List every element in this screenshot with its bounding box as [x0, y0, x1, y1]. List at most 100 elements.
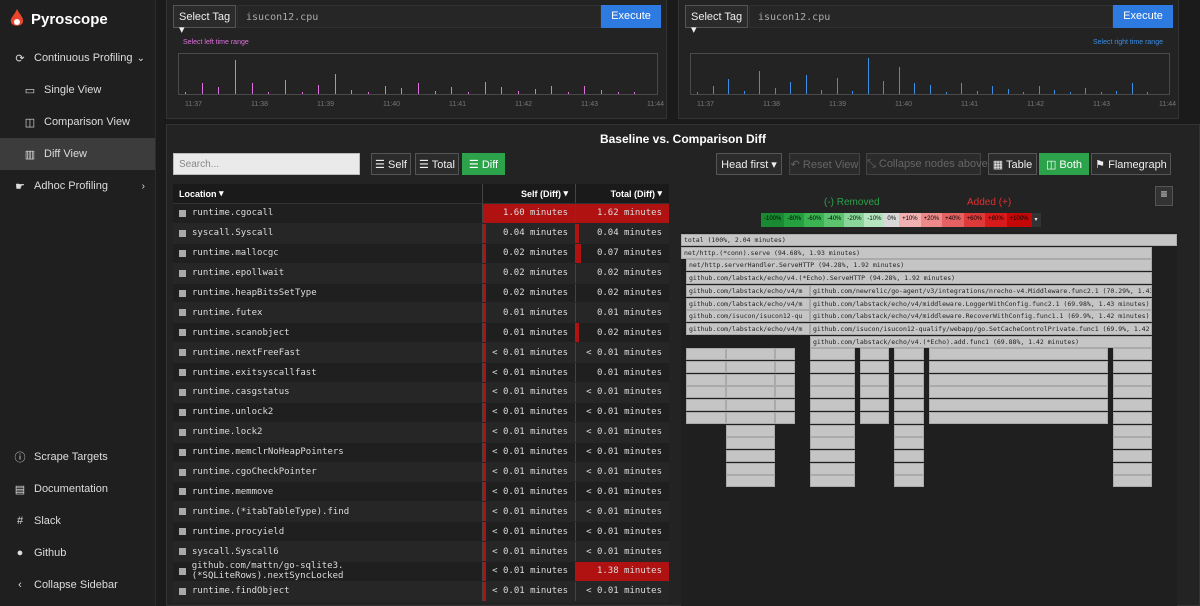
flame-node[interactable] — [775, 399, 796, 412]
flame-node[interactable] — [859, 361, 890, 373]
table-row[interactable]: runtime.cgoCheckPointer < 0.01 minutes <… — [173, 462, 669, 483]
flame-node[interactable] — [894, 373, 925, 386]
table-row[interactable]: github.com/mattn/go-sqlite3.(*SQLiteRows… — [173, 561, 669, 582]
flame-node[interactable] — [1112, 437, 1153, 450]
total-button[interactable]: ☰ Total — [415, 153, 459, 175]
head-first-select[interactable]: Head first ▾ — [716, 153, 782, 175]
right-tag-select[interactable]: Select Tag ▾ — [685, 5, 748, 36]
flame-node[interactable] — [894, 449, 925, 462]
flame-node[interactable] — [894, 348, 925, 361]
sidebar-item-scrape-targets[interactable]: ⓘ Scrape Targets — [0, 441, 155, 473]
flame-node[interactable] — [809, 449, 855, 462]
flame-node[interactable] — [894, 437, 925, 450]
flame-node[interactable]: github.com/newrelic/go-agent/v3/integrat… — [809, 284, 1153, 297]
flame-node[interactable] — [929, 348, 1108, 361]
flame-node[interactable] — [1112, 386, 1153, 399]
flamegraph-mode-button[interactable]: ⚑ Flamegraph — [1091, 153, 1171, 175]
sidebar-item-single-view[interactable]: ▭ Single View — [0, 74, 155, 106]
flame-node[interactable] — [725, 348, 776, 361]
right-execute-button[interactable]: Execute — [1113, 5, 1173, 28]
sidebar-item-documentation[interactable]: ▤ Documentation — [0, 473, 155, 505]
reset-view-button[interactable]: ↶ Reset View — [789, 153, 860, 175]
flamegraph[interactable]: total (100%, 2.04 minutes) net/http.(*con… — [681, 232, 1177, 606]
flame-node[interactable]: net/http.(*conn).serve (94.68%, 1.93 min… — [681, 246, 1153, 259]
right-timeline-chart[interactable] — [690, 53, 1170, 95]
table-row[interactable]: runtime.findObject < 0.01 minutes < 0.01… — [173, 581, 669, 602]
flame-node[interactable]: github.com/labstack/echo/v4/middleware.L… — [809, 297, 1153, 310]
flame-node[interactable] — [685, 411, 726, 424]
table-row[interactable]: runtime.procyield < 0.01 minutes < 0.01 … — [173, 522, 669, 543]
flame-node[interactable] — [929, 361, 1108, 373]
table-row[interactable]: runtime.(*itabTableType).find < 0.01 min… — [173, 502, 669, 523]
sidebar-item-comparison-view[interactable]: ◫ Comparison View — [0, 106, 155, 138]
table-row[interactable]: runtime.casgstatus < 0.01 minutes < 0.01… — [173, 383, 669, 403]
flame-node[interactable] — [809, 361, 855, 373]
diff-button[interactable]: ☰ Diff — [462, 153, 505, 175]
flame-node[interactable] — [775, 373, 796, 386]
flame-node[interactable] — [725, 437, 776, 450]
location-header[interactable]: Location ▾ — [173, 184, 482, 203]
flame-node[interactable] — [894, 361, 925, 373]
flame-node[interactable] — [1112, 449, 1153, 462]
flame-node[interactable]: total (100%, 2.04 minutes) — [681, 234, 1177, 246]
scale-step[interactable]: +80% — [985, 213, 1007, 227]
table-row[interactable]: runtime.exitsyscallfast < 0.01 minutes 0… — [173, 363, 669, 384]
chevron-down-icon[interactable]: ▾ — [1031, 213, 1041, 227]
flame-node[interactable]: github.com/labstack/echo/v4/middleware.R… — [809, 310, 1153, 323]
flame-node[interactable]: github.com/labstack/echo/v4.(*Echo).Serv… — [685, 272, 1153, 285]
flame-node[interactable]: github.com/labstack/echo/v4/m — [685, 322, 810, 335]
table-row[interactable]: syscall.Syscall 0.04 minutes 0.04 minute… — [173, 223, 669, 244]
flame-node[interactable] — [809, 411, 855, 424]
left-query-input[interactable]: isucon12.cpu — [237, 5, 601, 28]
scale-step[interactable]: -60% — [804, 213, 825, 227]
scale-step[interactable]: -10% — [864, 213, 885, 227]
flame-node[interactable] — [725, 399, 776, 412]
collapse-nodes-button[interactable]: ⤡ Collapse nodes above — [866, 153, 988, 175]
flame-node[interactable]: github.com/labstack/echo/v4/m — [685, 297, 810, 310]
scale-step[interactable]: +40% — [942, 213, 964, 227]
menu-button[interactable]: ≡ — [1155, 186, 1173, 206]
total-diff-header[interactable]: Total (Diff) ▾ — [575, 184, 669, 203]
flame-node[interactable] — [859, 373, 890, 386]
table-row[interactable]: runtime.nextFreeFast < 0.01 minutes < 0.… — [173, 343, 669, 364]
flame-node[interactable] — [929, 399, 1108, 412]
flame-node[interactable] — [775, 348, 796, 361]
flame-node[interactable] — [725, 462, 776, 475]
flame-node[interactable] — [685, 348, 726, 361]
self-button[interactable]: ☰ Self — [371, 153, 411, 175]
logo[interactable]: Pyroscope — [0, 0, 155, 38]
flame-node[interactable]: github.com/isucon/isucon12-qualify/webap… — [809, 322, 1153, 335]
scale-step[interactable]: -20% — [844, 213, 865, 227]
flame-node[interactable] — [859, 386, 890, 399]
flame-node[interactable] — [894, 399, 925, 412]
scale-step[interactable]: +20% — [920, 213, 943, 227]
table-row[interactable]: runtime.heapBitsSetType 0.02 minutes 0.0… — [173, 283, 669, 304]
table-row[interactable]: runtime.futex 0.01 minutes 0.01 minutes — [173, 303, 669, 324]
self-diff-header[interactable]: Self (Diff) ▾ — [482, 184, 575, 203]
table-row[interactable]: runtime.memmove < 0.01 minutes < 0.01 mi… — [173, 482, 669, 503]
scale-step[interactable]: +60% — [963, 213, 986, 227]
flame-node[interactable] — [725, 386, 776, 399]
scale-step[interactable]: +100% — [1006, 213, 1032, 227]
flame-node[interactable] — [685, 373, 726, 386]
flame-node[interactable]: github.com/labstack/echo/v4/m — [685, 284, 810, 297]
flame-node[interactable] — [859, 411, 890, 424]
both-mode-button[interactable]: ◫ Both — [1039, 153, 1089, 175]
sidebar-item-diff-view[interactable]: ▥ Diff View — [0, 138, 155, 170]
sidebar-item-continuous-profiling[interactable]: ⟳ Continuous Profiling ⌄ — [0, 42, 155, 74]
flame-node[interactable]: github.com/labstack/echo/v4.(*Echo).add.… — [809, 335, 1153, 348]
sidebar-item-collapse[interactable]: ‹ Collapse Sidebar — [0, 569, 155, 601]
flame-node[interactable] — [809, 348, 855, 361]
flame-node[interactable] — [1112, 411, 1153, 424]
left-execute-button[interactable]: Execute — [601, 5, 661, 28]
table-row[interactable]: runtime.mallocgc 0.02 minutes 0.07 minut… — [173, 243, 669, 264]
scale-step[interactable]: -80% — [784, 213, 805, 227]
flame-node[interactable] — [725, 475, 776, 488]
flame-node[interactable] — [809, 437, 855, 450]
scale-step[interactable]: 0% — [884, 213, 900, 227]
flame-node[interactable] — [725, 361, 776, 373]
flame-node[interactable]: github.com/isucon/isucon12-qu — [685, 310, 810, 323]
flame-node[interactable] — [894, 411, 925, 424]
flame-node[interactable] — [859, 399, 890, 412]
sidebar-item-slack[interactable]: # Slack — [0, 505, 155, 537]
